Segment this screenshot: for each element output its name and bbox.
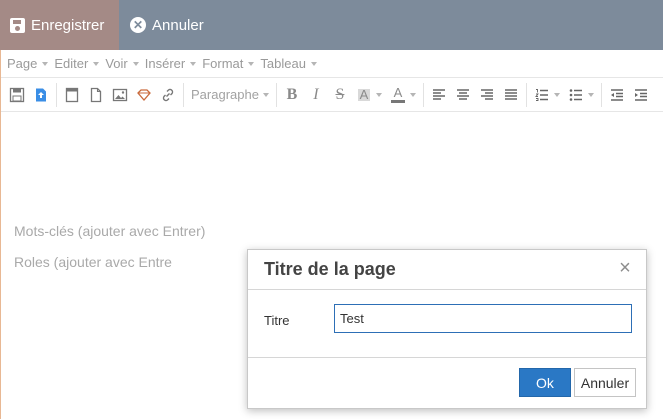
upload-icon[interactable] bbox=[29, 83, 53, 107]
dialog-title: Titre de la page bbox=[264, 259, 396, 279]
caret-down-icon[interactable] bbox=[553, 92, 560, 97]
text-color-button[interactable]: A bbox=[386, 83, 410, 107]
background-color-button[interactable]: A bbox=[352, 83, 376, 107]
image-icon[interactable] bbox=[108, 83, 132, 107]
caret-down-icon bbox=[93, 61, 100, 66]
page-title-dialog: Titre de la page × Titre Ok Annuler bbox=[247, 249, 647, 409]
caret-down-icon bbox=[132, 61, 139, 66]
toolbar-separator bbox=[600, 82, 602, 107]
caret-down-icon bbox=[248, 61, 255, 66]
save-icon[interactable] bbox=[5, 83, 29, 107]
action-bar: Enregistrer ✕ Annuler bbox=[0, 0, 663, 50]
dialog-cancel-button[interactable]: Annuler bbox=[574, 368, 636, 397]
dialog-body: Titre bbox=[248, 290, 646, 358]
indent-icon[interactable] bbox=[629, 83, 653, 107]
floppy-disk-icon bbox=[10, 17, 25, 33]
gem-icon[interactable] bbox=[132, 83, 156, 107]
align-justify-icon[interactable] bbox=[499, 83, 523, 107]
bold-button[interactable]: B bbox=[280, 83, 304, 107]
ok-button[interactable]: Ok bbox=[519, 368, 571, 397]
caret-down-icon[interactable] bbox=[587, 92, 594, 97]
outdent-icon[interactable] bbox=[605, 83, 629, 107]
close-icon[interactable]: × bbox=[616, 258, 634, 278]
toolbar-separator bbox=[275, 82, 277, 107]
save-button-label: Enregistrer bbox=[31, 16, 105, 34]
caret-down-icon[interactable] bbox=[409, 92, 416, 97]
toolbar-separator bbox=[422, 82, 424, 107]
menu-editer[interactable]: Editer bbox=[54, 56, 100, 71]
cancel-button[interactable]: ✕ Annuler bbox=[119, 0, 204, 50]
cancel-button-label: Annuler bbox=[152, 16, 204, 34]
block-format-select[interactable]: Paragraphe bbox=[187, 83, 273, 107]
title-field-label: Titre bbox=[264, 313, 290, 328]
text-color-swatch bbox=[390, 99, 405, 103]
align-right-icon[interactable] bbox=[475, 83, 499, 107]
strikethrough-button[interactable]: S bbox=[328, 83, 352, 107]
caret-down-icon bbox=[262, 92, 269, 97]
editor-toolbar: Paragraphe B I S A A bbox=[1, 78, 663, 112]
numbered-list-icon[interactable] bbox=[530, 83, 554, 107]
link-icon[interactable] bbox=[156, 83, 180, 107]
align-center-icon[interactable] bbox=[451, 83, 475, 107]
roles-field[interactable]: Roles (ajouter avec Entre bbox=[14, 254, 172, 270]
keywords-field[interactable]: Mots-clés (ajouter avec Entrer) bbox=[14, 223, 205, 239]
caret-down-icon bbox=[42, 61, 49, 66]
italic-button[interactable]: I bbox=[304, 83, 328, 107]
menu-page[interactable]: Page bbox=[7, 56, 49, 71]
template-icon[interactable] bbox=[60, 83, 84, 107]
close-circle-icon: ✕ bbox=[130, 17, 146, 33]
dialog-header: Titre de la page × bbox=[248, 250, 646, 290]
toolbar-separator bbox=[183, 82, 184, 107]
toolbar-separator bbox=[525, 82, 527, 107]
editor-menubar: Page Editer Voir Insérer Format Tableau bbox=[1, 50, 663, 78]
menu-voir[interactable]: Voir bbox=[105, 56, 139, 71]
align-left-icon[interactable] bbox=[427, 83, 451, 107]
caret-down-icon[interactable] bbox=[375, 92, 382, 97]
caret-down-icon bbox=[190, 61, 197, 66]
menu-tableau[interactable]: Tableau bbox=[260, 56, 317, 71]
bullet-list-icon[interactable] bbox=[564, 83, 588, 107]
caret-down-icon bbox=[310, 61, 317, 66]
title-input[interactable] bbox=[334, 304, 632, 333]
dialog-footer: Ok Annuler bbox=[248, 358, 646, 408]
save-button[interactable]: Enregistrer bbox=[0, 0, 119, 50]
toolbar-separator bbox=[56, 82, 57, 107]
menu-inserer[interactable]: Insérer bbox=[145, 56, 197, 71]
new-document-icon[interactable] bbox=[84, 83, 108, 107]
menu-format[interactable]: Format bbox=[202, 56, 255, 71]
